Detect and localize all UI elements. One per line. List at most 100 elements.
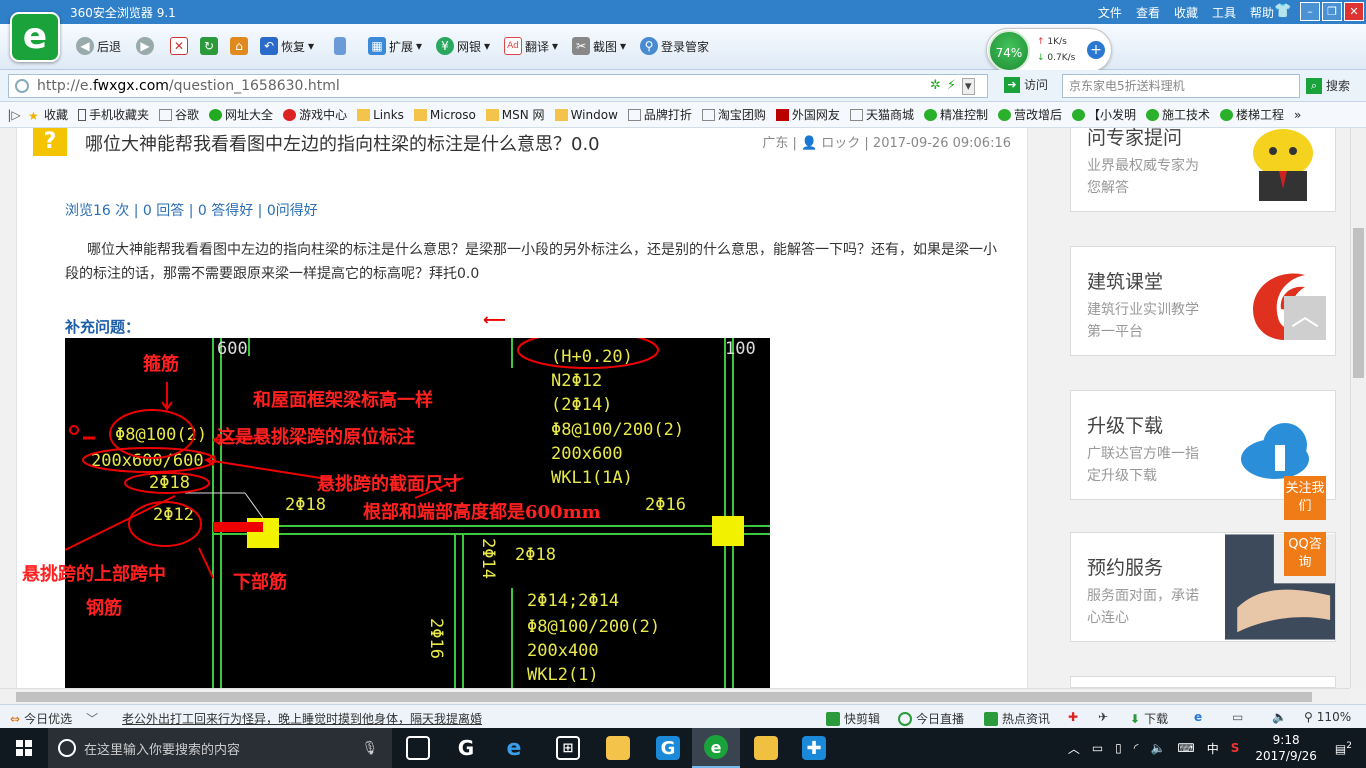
- bookmark-item[interactable]: 游戏中心: [283, 106, 347, 123]
- health-icon[interactable]: ✚: [1068, 710, 1078, 724]
- dropdown-chevron-icon[interactable]: ▾: [962, 78, 975, 95]
- bookmark-item[interactable]: 楼梯工程: [1220, 106, 1284, 123]
- battery-icon[interactable]: ▯: [1115, 741, 1122, 755]
- search-input[interactable]: 京东家电5折送料理机: [1062, 74, 1300, 98]
- bookmark-item[interactable]: 网址大全: [209, 106, 273, 123]
- notification-center-icon[interactable]: ▤2: [1335, 741, 1352, 756]
- horizontal-scroll-thumb[interactable]: [16, 692, 1312, 702]
- maximize-button[interactable]: ❐: [1322, 2, 1342, 21]
- taskbar-search-input[interactable]: 在这里输入你要搜索的内容 🎙: [48, 728, 392, 768]
- back-button[interactable]: ◀ 后退: [76, 37, 121, 55]
- back-to-top-button[interactable]: ︿: [1284, 296, 1326, 340]
- skin-icon[interactable]: 👕: [1274, 3, 1291, 19]
- lightning-icon[interactable]: ⚡: [947, 78, 956, 95]
- taskbar-app-explorer[interactable]: [594, 728, 642, 768]
- menu-view[interactable]: 查看: [1136, 4, 1160, 21]
- qq-consult-button[interactable]: QQ咨询: [1284, 532, 1326, 576]
- volume-icon[interactable]: 🔈: [1272, 710, 1287, 724]
- quick-edit-button[interactable]: 快剪辑: [826, 710, 880, 727]
- tray-chevron-up-icon[interactable]: ︿: [1068, 740, 1080, 757]
- bookmark-item[interactable]: 【小发明: [1071, 106, 1136, 123]
- menu-tools[interactable]: 工具: [1212, 4, 1236, 21]
- horizontal-scrollbar[interactable]: [0, 688, 1350, 704]
- menu-file[interactable]: 文件: [1098, 4, 1122, 21]
- follow-us-button[interactable]: 关注我们: [1284, 476, 1326, 520]
- annotation-top-bar-line2: 钢筋: [86, 598, 122, 619]
- question-card: ? 哪位大神能帮我看看图中左边的指向柱梁的标注是什么意思？0.0 广东 | 👤 …: [16, 128, 1028, 688]
- bookmark-item[interactable]: 营改增后: [997, 106, 1062, 123]
- news-headline-link[interactable]: 老公外出打工回来行为怪异，晚上睡觉时摸到他身体，隔天我提离婚: [122, 710, 482, 727]
- start-button[interactable]: [0, 728, 48, 768]
- login-manager-button[interactable]: ⚲ 登录管家: [640, 37, 709, 55]
- menu-favorites[interactable]: 收藏: [1174, 4, 1198, 21]
- bookmark-item[interactable]: 淘宝团购: [701, 106, 766, 123]
- bookmark-item[interactable]: 施工技术: [1146, 106, 1210, 123]
- bookmark-item[interactable]: 手机收藏夹: [78, 106, 149, 123]
- zoom-control[interactable]: ⚲ 110%: [1304, 710, 1351, 724]
- keyboard-icon[interactable]: ⌨: [1177, 741, 1194, 755]
- bookmarks-toggle-icon[interactable]: |▷: [0, 108, 28, 122]
- bookmark-item[interactable]: Microso: [413, 108, 476, 122]
- bookmark-item[interactable]: ★ 收藏: [28, 106, 68, 123]
- window-icon[interactable]: ▭: [1232, 710, 1243, 724]
- bookmarks-bar: |▷ ★ 收藏 手机收藏夹 谷歌 网址大全 游戏中心 Links Microso …: [0, 102, 1366, 128]
- taskbar-app-task-view[interactable]: [394, 728, 442, 768]
- ime-indicator[interactable]: 中: [1207, 740, 1219, 757]
- taskbar-app-browser-alt[interactable]: G: [442, 728, 490, 768]
- speaker-icon[interactable]: 🔈: [1150, 741, 1165, 755]
- forward-button[interactable]: ▶: [136, 37, 154, 55]
- hot-news-button[interactable]: 热点资讯: [984, 710, 1050, 727]
- sogou-ime-icon[interactable]: S: [1231, 741, 1240, 755]
- wifi-icon[interactable]: ◜: [1134, 741, 1139, 755]
- bookmark-item[interactable]: 谷歌: [159, 106, 199, 123]
- network-icon[interactable]: ▭: [1092, 741, 1103, 755]
- screenshot-button[interactable]: ✂ 截图 ▾: [572, 37, 626, 55]
- clock[interactable]: 9:18 2017/9/26: [1245, 732, 1327, 764]
- bookmark-item[interactable]: MSN 网: [485, 106, 545, 123]
- taskbar-app-360browser[interactable]: e: [692, 728, 740, 768]
- refresh-button[interactable]: ↻: [200, 37, 218, 55]
- microphone-icon[interactable]: 🎙: [361, 741, 378, 756]
- pin-icon[interactable]: ✈: [1098, 710, 1108, 724]
- bar-2p18-lower: 2Φ18: [515, 545, 556, 565]
- section-label-right: 200x600: [551, 444, 623, 464]
- section-label-left: 200x600/600: [91, 451, 204, 471]
- question-stats[interactable]: 浏览16 次 | 0 回答 | 0 答得好 | 0问得好: [65, 200, 318, 220]
- add-icon[interactable]: +: [1087, 41, 1105, 59]
- close-button[interactable]: ✕: [1344, 2, 1364, 21]
- bookmark-item[interactable]: 天猫商城: [849, 106, 914, 123]
- menu-help[interactable]: 帮助: [1250, 4, 1274, 21]
- bookmark-item[interactable]: Links: [357, 108, 404, 122]
- sidebar-card-expert[interactable]: 问专家提问 业界最权威专家为您解答: [1070, 128, 1336, 212]
- home-button[interactable]: ⌂: [230, 37, 248, 55]
- bookmarks-overflow-icon[interactable]: »: [1294, 108, 1301, 122]
- network-speed-widget[interactable]: 74% ↑ 1K/s ↓ 0.7K/s +: [986, 28, 1112, 72]
- translate-button[interactable]: Ad 翻译 ▾: [504, 37, 558, 55]
- extend-button[interactable]: ▦ 扩展 ▾: [368, 37, 422, 55]
- bookmark-item[interactable]: 精准控制: [923, 106, 988, 123]
- mobile-button[interactable]: [334, 37, 346, 55]
- taskbar-app-edge[interactable]: e: [490, 728, 538, 768]
- restore-button[interactable]: ↶ 恢复 ▾: [260, 37, 314, 55]
- download-button[interactable]: ⬇ 下载: [1130, 710, 1168, 727]
- bank-button[interactable]: ¥ 网银 ▾: [436, 37, 490, 55]
- bookmark-item[interactable]: 外国网友: [775, 106, 840, 123]
- taskbar-app-store[interactable]: ⊞: [544, 728, 592, 768]
- cad-drawing-image[interactable]: 600 100 (H+0.20) N2Φ12 (2Φ14) Φ8@100/200…: [65, 338, 770, 688]
- url-input[interactable]: http://e. fwxgx.com/question_1658630.html: [8, 74, 988, 98]
- taskbar-app-notes[interactable]: [742, 728, 790, 768]
- search-button[interactable]: ⌕ 搜索: [1306, 77, 1350, 94]
- security-shield-icon[interactable]: ✲: [930, 78, 941, 95]
- minimize-button[interactable]: –: [1300, 2, 1320, 21]
- vertical-scroll-thumb[interactable]: [1353, 228, 1364, 378]
- taskbar-app-cross[interactable]: ✚: [790, 728, 838, 768]
- ie-icon[interactable]: e: [1194, 710, 1202, 724]
- bookmark-item[interactable]: Window: [554, 108, 618, 122]
- today-pick-button[interactable]: ⇔ 今日优选 ﹀: [10, 710, 98, 727]
- taskbar-app-glodon[interactable]: G: [644, 728, 692, 768]
- today-live-button[interactable]: 今日直播: [898, 710, 964, 727]
- visit-button[interactable]: ➜ 访问: [1004, 76, 1048, 93]
- stop-button[interactable]: ✕: [170, 37, 188, 55]
- vertical-scrollbar[interactable]: [1350, 128, 1366, 688]
- bookmark-item[interactable]: 品牌打折: [627, 106, 692, 123]
